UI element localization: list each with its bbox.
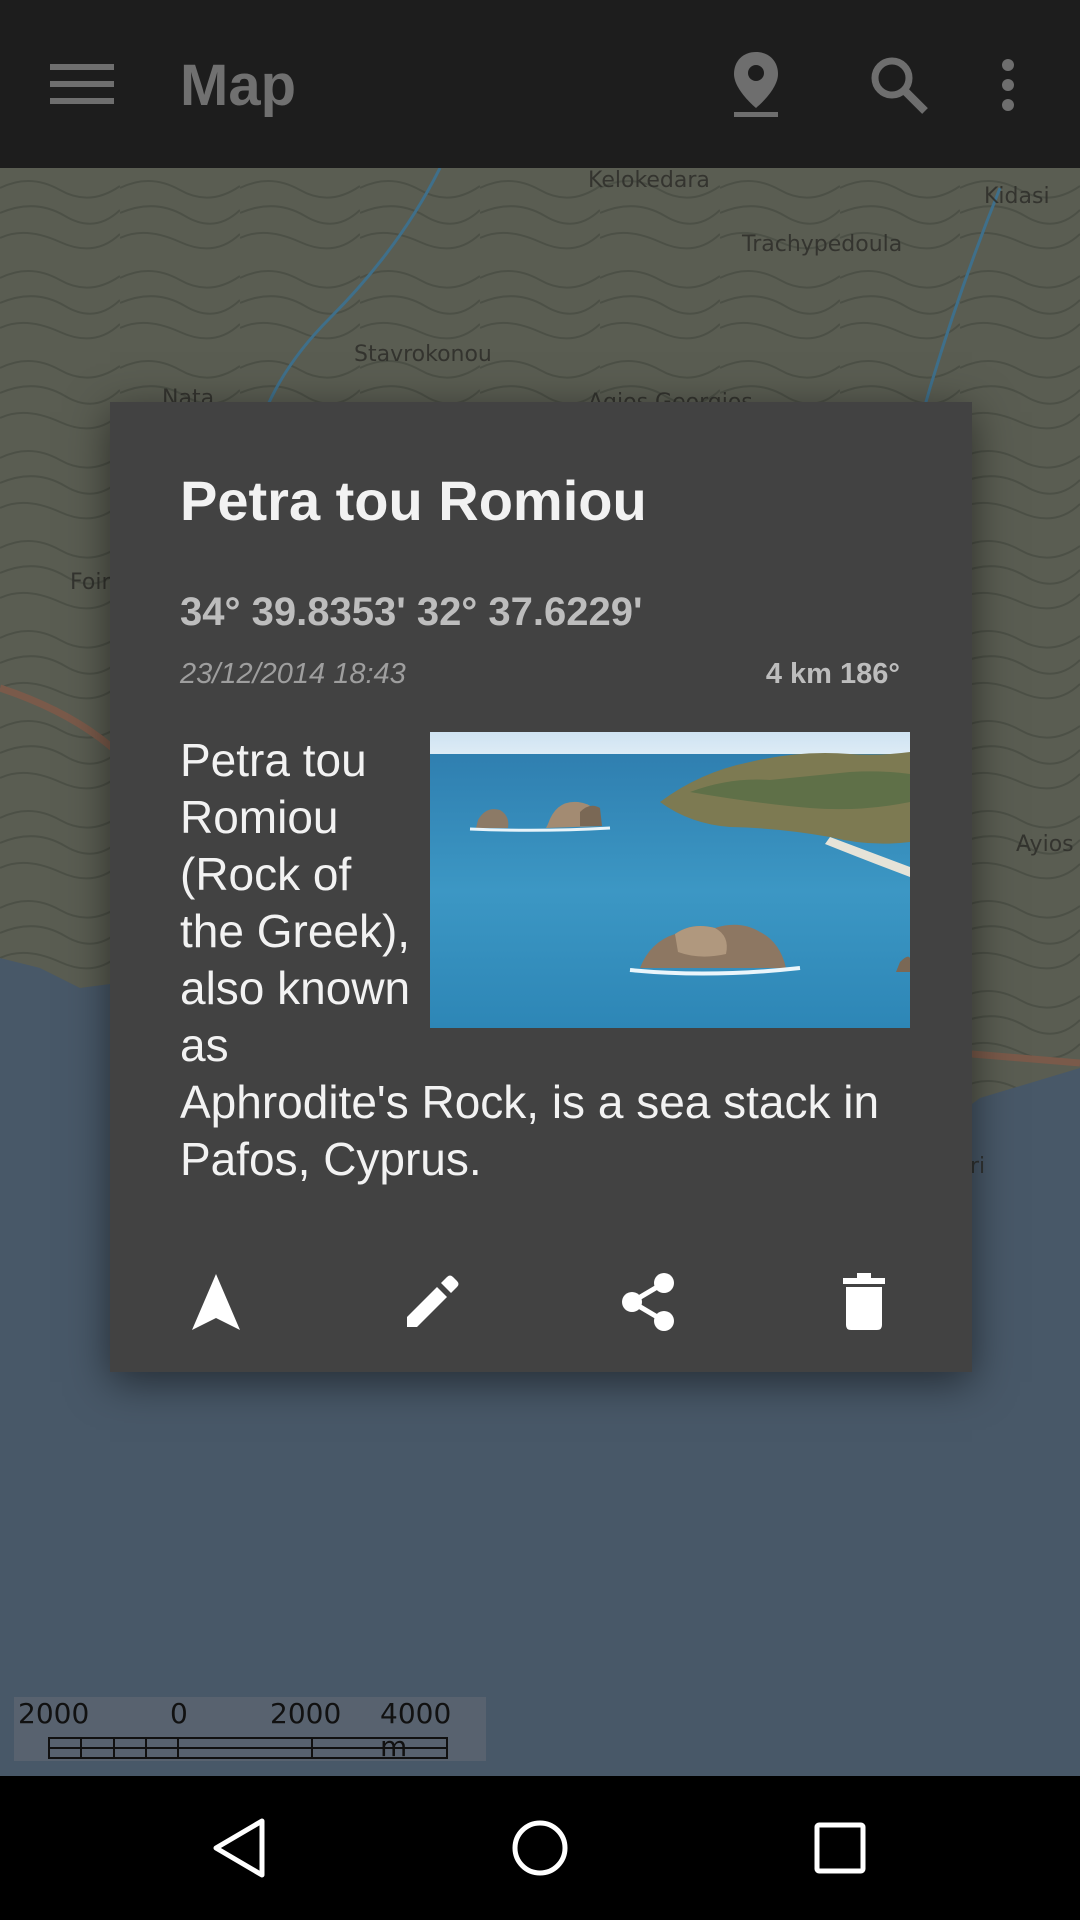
waypoint-title: Petra tou Romiou	[180, 469, 647, 532]
map-scale-bar: 2000 0 2000 4000 m	[14, 1697, 486, 1763]
share-icon[interactable]	[608, 1262, 688, 1342]
waypoint-distance: 4 km 186°	[765, 658, 900, 690]
more-vert-icon[interactable]	[990, 52, 1026, 118]
navigate-icon[interactable]	[176, 1262, 256, 1342]
search-icon[interactable]	[864, 50, 934, 120]
map-label: Ayios T	[1016, 832, 1080, 857]
scale-tick: 0	[170, 1697, 188, 1730]
waypoint-coordinates: 34° 39.8353' 32° 37.6229'	[180, 590, 643, 634]
waypoint-description-block: Petra tou Romiou (Rock of the Greek), al…	[180, 732, 910, 1188]
edit-icon[interactable]	[392, 1262, 472, 1342]
map-label: Stavrokonou	[354, 342, 492, 367]
home-icon[interactable]	[490, 1798, 590, 1898]
back-icon[interactable]	[190, 1798, 290, 1898]
app-title: Map	[180, 53, 296, 118]
sea-stack-photo	[430, 732, 910, 1028]
map-label: Kidasi	[984, 184, 1050, 209]
delete-icon[interactable]	[824, 1262, 904, 1342]
dialog-action-bar	[110, 1262, 972, 1342]
scale-tick: 2000	[18, 1697, 90, 1730]
waypoint-dialog: Petra tou Romiou 34° 39.8353' 32° 37.622…	[110, 402, 972, 1372]
scale-tick: 2000	[270, 1697, 342, 1730]
app-bar: Map	[0, 0, 1080, 168]
location-pin-icon[interactable]	[722, 46, 790, 122]
menu-icon[interactable]	[44, 54, 120, 114]
map-label: Kelokedara	[588, 168, 710, 193]
map-label: ri	[970, 1154, 986, 1179]
system-nav-bar	[0, 1776, 1080, 1920]
map-label: Trachypedoula	[742, 232, 903, 257]
waypoint-date: 23/12/2014 18:43	[180, 658, 406, 690]
scale-ruler	[48, 1737, 448, 1759]
recents-icon[interactable]	[790, 1798, 890, 1898]
